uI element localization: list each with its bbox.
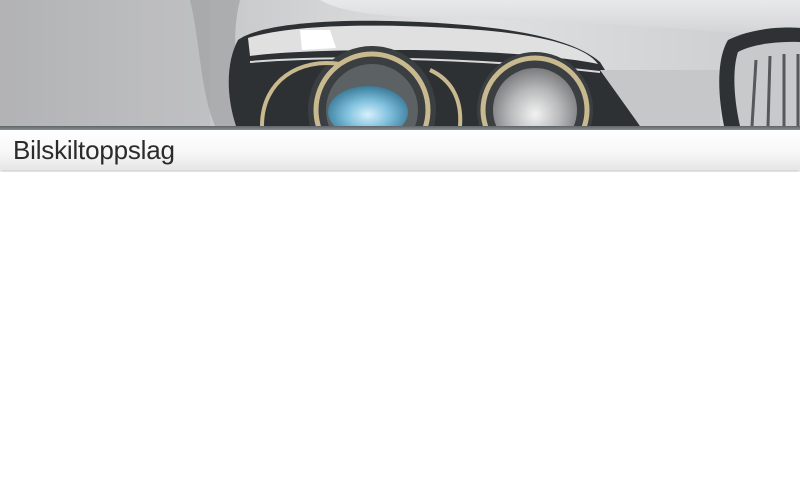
car-headlight-illustration	[0, 0, 800, 126]
main-content-area	[0, 172, 800, 480]
app-window: Bilskiltoppslag	[0, 0, 800, 480]
header-banner-image	[0, 0, 800, 126]
page-title: Bilskiltoppslag	[13, 135, 175, 165]
title-bar: Bilskiltoppslag	[0, 130, 800, 170]
